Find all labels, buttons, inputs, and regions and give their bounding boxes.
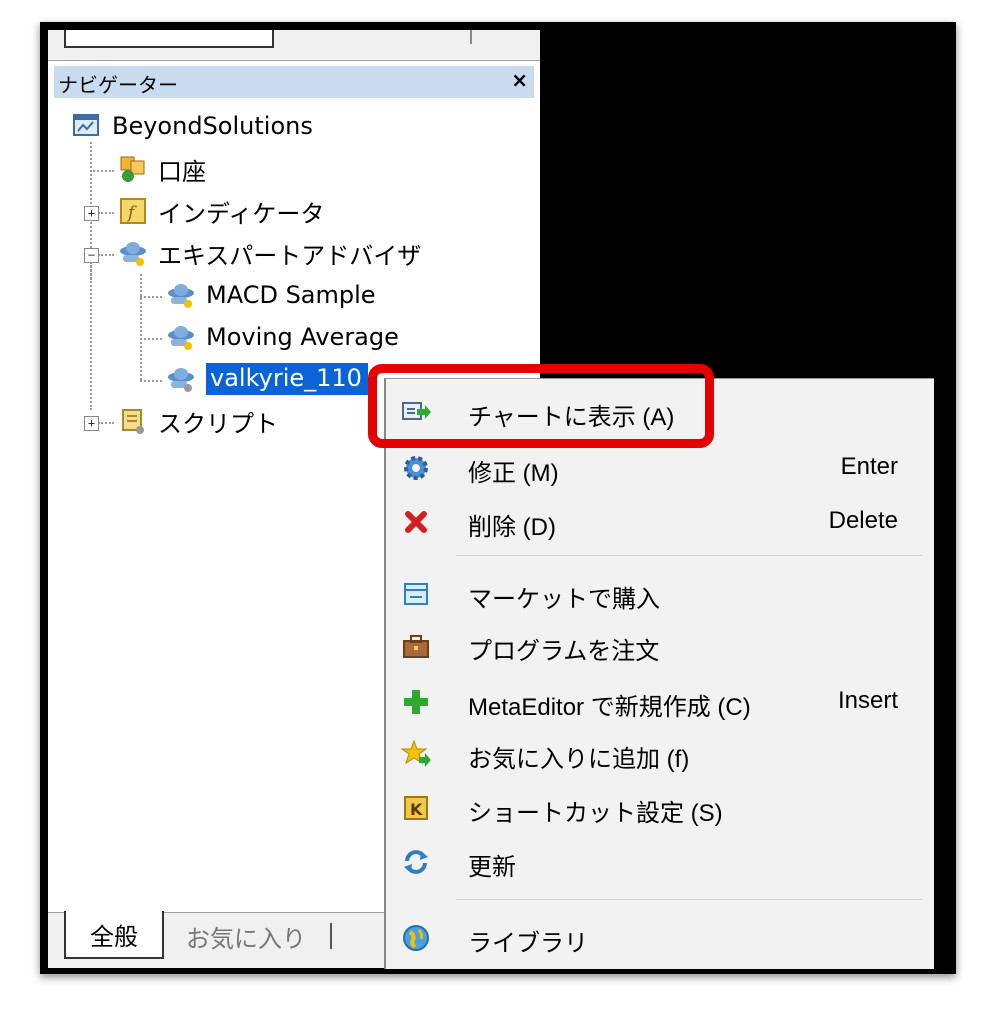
expert-advisor-icon xyxy=(168,368,194,392)
attach-to-chart-icon xyxy=(400,396,432,428)
tree-line xyxy=(98,212,114,214)
tab-general[interactable]: 全般 xyxy=(64,911,164,959)
menu-item-shortcut: Delete xyxy=(828,507,898,534)
tree-line xyxy=(90,170,114,172)
tree-item-scripts[interactable]: スクリプト xyxy=(118,403,278,439)
menu-separator xyxy=(456,899,922,900)
indicator-icon: f xyxy=(120,198,146,224)
tree-item-valkyrie[interactable]: valkyrie_110 xyxy=(166,361,368,397)
modify-gear-icon xyxy=(400,452,432,484)
top-tab-strip xyxy=(48,30,540,61)
tree-line xyxy=(90,262,92,410)
menu-item-label: マーケットで購入 xyxy=(468,586,660,613)
menu-item-label: チャートに表示 (A) xyxy=(468,404,675,431)
briefcase-icon xyxy=(400,630,432,662)
plus-icon xyxy=(400,686,432,718)
tree-item-moving-average[interactable]: Moving Average xyxy=(166,319,399,355)
delete-x-icon xyxy=(400,506,432,538)
expand-toggle[interactable]: + xyxy=(84,416,99,431)
menu-item-library[interactable]: ライブラリ xyxy=(386,915,934,961)
tree-root[interactable]: BeyondSolutions xyxy=(72,108,313,144)
tree-line xyxy=(140,338,162,340)
menu-item-order-program[interactable]: プログラムを注文 xyxy=(386,623,934,669)
tree-root-label: BeyondSolutions xyxy=(112,112,313,140)
menu-item-label: お気に入りに追加 (f) xyxy=(468,746,690,773)
tree-line xyxy=(98,422,114,424)
tree-line xyxy=(140,380,162,382)
tree-item-label: Moving Average xyxy=(206,323,399,351)
expert-advisor-icon xyxy=(168,326,194,350)
menu-item-new-in-metaeditor[interactable]: MetaEditor で新規作成 (C) Insert xyxy=(386,679,934,725)
tree-line xyxy=(98,254,114,256)
menu-item-label: MetaEditor で新規作成 (C) xyxy=(468,694,751,721)
menu-separator xyxy=(456,555,922,556)
tree-line xyxy=(140,296,162,298)
top-tab-active[interactable] xyxy=(64,30,274,48)
collapse-toggle[interactable]: − xyxy=(84,248,99,263)
tree-item-macd-sample[interactable]: MACD Sample xyxy=(166,277,376,313)
tab-label: 全般 xyxy=(90,922,138,951)
tree-item-indicators[interactable]: f インディケータ xyxy=(118,193,324,229)
menu-item-market[interactable]: マーケットで購入 xyxy=(386,571,934,617)
context-menu: チャートに表示 (A) 修正 (M) Enter 削除 (D) Delete マ… xyxy=(384,378,934,969)
top-tab-separator xyxy=(470,30,472,44)
menu-item-refresh[interactable]: 更新 xyxy=(386,839,934,885)
globe-icon xyxy=(400,922,432,954)
tree-item-label: インディケータ xyxy=(158,199,325,228)
menu-item-label: 修正 (M) xyxy=(468,460,559,487)
menu-item-shortcut-settings[interactable]: K ショートカット設定 (S) xyxy=(386,785,934,831)
expert-advisor-icon xyxy=(120,242,146,266)
tree-item-label: エキスパートアドバイザ xyxy=(158,241,422,270)
menu-item-label: ショートカット設定 (S) xyxy=(468,800,723,827)
menu-item-label: 更新 xyxy=(468,854,516,881)
market-icon xyxy=(400,578,432,610)
script-icon xyxy=(122,409,144,434)
tree-item-accounts[interactable]: 口座 xyxy=(118,151,206,187)
tree-item-label: 口座 xyxy=(158,157,206,186)
navigator-title: ナビゲーター xyxy=(58,73,178,97)
refresh-icon xyxy=(400,846,432,878)
menu-item-delete[interactable]: 削除 (D) Delete xyxy=(386,499,934,545)
tab-favorites[interactable]: お気に入り xyxy=(186,919,306,954)
tree-item-expert-advisors[interactable]: エキスパートアドバイザ xyxy=(118,235,421,271)
menu-item-label: プログラムを注文 xyxy=(468,638,660,665)
tree-line xyxy=(140,274,142,380)
terminal-icon xyxy=(73,114,99,136)
tree-item-label: スクリプト xyxy=(158,409,278,438)
expert-advisor-icon xyxy=(168,284,194,308)
menu-item-attach-to-chart[interactable]: チャートに表示 (A) xyxy=(386,389,934,435)
menu-item-shortcut: Enter xyxy=(840,453,898,480)
menu-item-label: 削除 (D) xyxy=(468,514,556,541)
tree-item-label: MACD Sample xyxy=(206,281,376,309)
menu-item-modify[interactable]: 修正 (M) Enter xyxy=(386,445,934,491)
svg-text:K: K xyxy=(410,800,423,819)
expand-toggle[interactable]: + xyxy=(84,206,99,221)
star-icon xyxy=(400,738,432,770)
menu-item-add-favorite[interactable]: お気に入りに追加 (f) xyxy=(386,731,934,777)
close-icon[interactable]: × xyxy=(511,68,528,92)
accounts-icon xyxy=(120,156,145,182)
navigator-title-bar: ナビゲーター × xyxy=(54,66,534,98)
menu-item-label: ライブラリ xyxy=(468,930,588,957)
tree-item-label-selected: valkyrie_110 xyxy=(206,363,368,395)
tab-separator xyxy=(330,923,332,949)
menu-item-shortcut: Insert xyxy=(837,687,898,714)
hotkey-k-icon: K xyxy=(400,792,432,824)
